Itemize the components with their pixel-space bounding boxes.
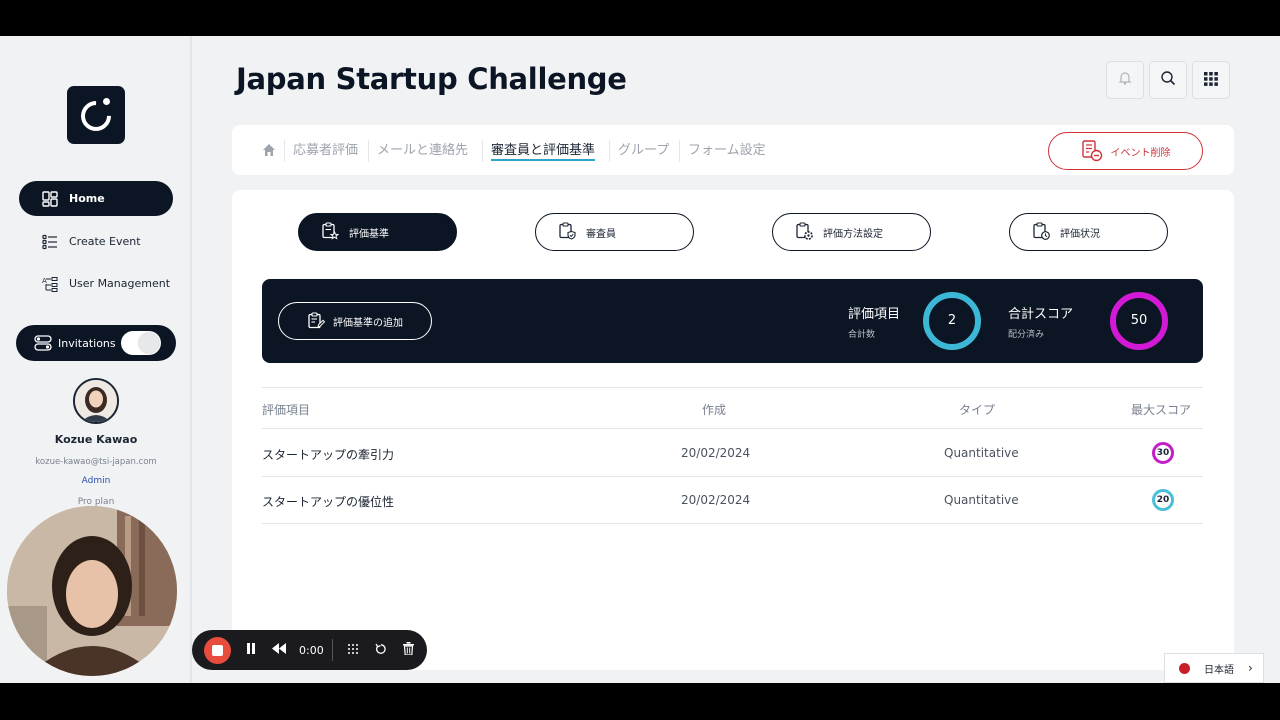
max-score-badge: 20 (1152, 489, 1174, 511)
stop-icon (212, 644, 223, 656)
divider (331, 639, 333, 661)
criteria-type: Quantitative (944, 446, 1019, 460)
delete-recording-button[interactable] (395, 638, 423, 662)
pause-icon (246, 643, 256, 657)
table-row[interactable]: スタートアップの牽引力 20/02/2024 Quantitative 30 (262, 430, 1203, 477)
sidebar: Home Create Event A User Management Invi… (0, 36, 192, 683)
avatar[interactable] (73, 378, 119, 424)
sidebar-item-home[interactable]: Home (19, 181, 173, 216)
pause-button[interactable] (237, 638, 265, 662)
home-icon[interactable] (262, 142, 276, 156)
sidebar-item-user-management[interactable]: A User Management (19, 266, 173, 301)
language-selector[interactable]: 日本語 › (1164, 653, 1264, 683)
total-score-sublabel: 配分済み (1008, 330, 1045, 340)
invitations-pill: Invitations (16, 325, 176, 361)
sidebar-item-label: Create Event (69, 235, 141, 248)
search-button[interactable] (1149, 61, 1187, 99)
tab-groups[interactable]: グループ (609, 140, 677, 162)
max-score-badge: 30 (1152, 442, 1174, 464)
criteria-card: 評価基準 審査員 評価方法設定 評価状況 評価基準の追加 評価項目 合計数 2 … (232, 190, 1234, 670)
grab-handle[interactable] (339, 638, 367, 662)
drag-dots-icon (347, 643, 359, 658)
subtab-judges[interactable]: 審査員 (535, 213, 694, 251)
restart-button[interactable] (367, 638, 395, 662)
screen-recorder-bar: 0:00 (192, 630, 427, 670)
clipboard-star-icon (321, 222, 341, 242)
grid-icon (41, 190, 59, 208)
criteria-name: スタートアップの優位性 (262, 495, 395, 509)
hierarchy-icon: A (41, 275, 59, 293)
column-header-created[interactable]: 作成 (702, 401, 726, 418)
total-items-label: 評価項目 (848, 307, 901, 322)
tab-form-settings[interactable]: フォーム設定 (679, 140, 774, 162)
clipboard-gear-icon (795, 222, 815, 242)
total-score-label: 合計スコア (1008, 307, 1074, 322)
user-name: Kozue Kawao (54, 433, 138, 446)
event-tabbar: 応募者評価 メールと連絡先 審査員と評価基準 グループ フォーム設定 イベント削… (232, 125, 1234, 175)
total-score-value: 50 (1130, 313, 1148, 328)
invitations-label: Invitations (58, 336, 116, 350)
apps-grid-icon (1204, 71, 1218, 90)
table-row[interactable]: スタートアップの優位性 20/02/2024 Quantitative 20 (262, 477, 1203, 524)
webcam-overlay (7, 506, 177, 676)
items-count-value: 2 (947, 313, 957, 328)
tab-applicant-evaluation[interactable]: 応募者評価 (284, 140, 366, 162)
criteria-created-date: 20/02/2024 (681, 446, 751, 460)
search-icon (1160, 70, 1176, 90)
column-header-max-score[interactable]: 最大スコア (1131, 401, 1191, 418)
chevron-right-icon: › (1248, 661, 1253, 675)
user-email: kozue-kawao@tsi-japan.com (35, 457, 157, 467)
language-label: 日本語 (1204, 664, 1234, 676)
criteria-name: スタートアップの牽引力 (262, 448, 395, 462)
clipboard-edit-icon (307, 312, 326, 330)
restart-icon (375, 643, 387, 658)
tab-judges-criteria[interactable]: 審査員と評価基準 (482, 140, 603, 162)
apps-button[interactable] (1192, 61, 1230, 99)
record-stop-button[interactable] (204, 636, 231, 664)
subtab-criteria[interactable]: 評価基準 (298, 213, 457, 251)
add-criteria-button[interactable]: 評価基準の追加 (278, 302, 432, 340)
invitations-toggle[interactable] (121, 331, 161, 355)
user-role: Admin (81, 476, 111, 486)
sidebar-item-label: User Management (69, 277, 171, 290)
recording-time: 0:00 (299, 643, 324, 657)
tab-mail-contacts[interactable]: メールと連絡先 (368, 140, 476, 162)
document-minus-icon (1081, 140, 1103, 162)
column-header-criteria[interactable]: 評価項目 (262, 401, 310, 418)
criteria-summary-banner: 評価基準の追加 評価項目 合計数 2 合計スコア 配分済み 50 (262, 279, 1203, 363)
app-logo[interactable] (67, 86, 125, 144)
notifications-button[interactable] (1106, 61, 1144, 99)
criteria-table-header: 評価項目 作成 タイプ 最大スコア (262, 387, 1203, 429)
rewind-icon (272, 643, 286, 657)
delete-event-label: イベント削除 (1110, 147, 1171, 159)
criteria-type: Quantitative (944, 493, 1019, 507)
clipboard-clock-icon (1032, 222, 1052, 242)
sidebar-item-create-event[interactable]: Create Event (19, 224, 173, 259)
rewind-button[interactable] (265, 638, 293, 662)
criteria-created-date: 20/02/2024 (681, 493, 751, 507)
sidebar-item-label: Home (69, 192, 105, 205)
subtab-evaluation-status[interactable]: 評価状況 (1009, 213, 1168, 251)
page-title: Japan Startup Challenge (236, 62, 627, 96)
total-items-sublabel: 合計数 (848, 330, 876, 340)
column-header-type[interactable]: タイプ (959, 401, 995, 418)
bell-icon (1117, 70, 1133, 90)
svg-text:A: A (42, 277, 47, 285)
clipboard-shield-icon (558, 222, 578, 242)
subtab-evaluation-method[interactable]: 評価方法設定 (772, 213, 931, 251)
japan-flag-icon (1179, 662, 1190, 674)
toggle-settings-icon (34, 334, 52, 352)
trash-icon (403, 642, 415, 658)
list-icon (41, 233, 59, 251)
delete-event-button[interactable]: イベント削除 (1048, 132, 1203, 170)
